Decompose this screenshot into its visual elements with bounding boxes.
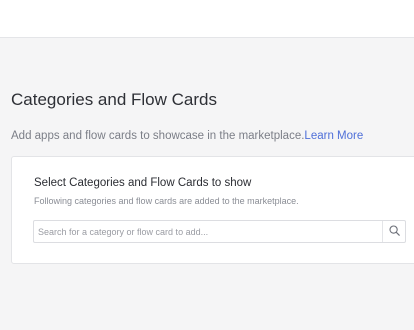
section-title: Categories and Flow Cards xyxy=(11,90,217,109)
section-description-text: Add apps and flow cards to showcase in t… xyxy=(11,130,305,142)
search-icon xyxy=(388,223,400,241)
panel-subtitle: Following categories and flow cards are … xyxy=(34,196,299,206)
search-button[interactable] xyxy=(382,221,405,242)
categories-flow-cards-panel: Select Categories and Flow Cards to show… xyxy=(11,156,414,264)
search-field xyxy=(33,220,406,243)
search-input[interactable] xyxy=(34,221,380,242)
top-header-bar xyxy=(0,0,414,38)
learn-more-link[interactable]: Learn More xyxy=(304,130,363,142)
panel-title: Select Categories and Flow Cards to show xyxy=(34,177,252,189)
section-description: Add apps and flow cards to showcase in t… xyxy=(11,130,363,142)
